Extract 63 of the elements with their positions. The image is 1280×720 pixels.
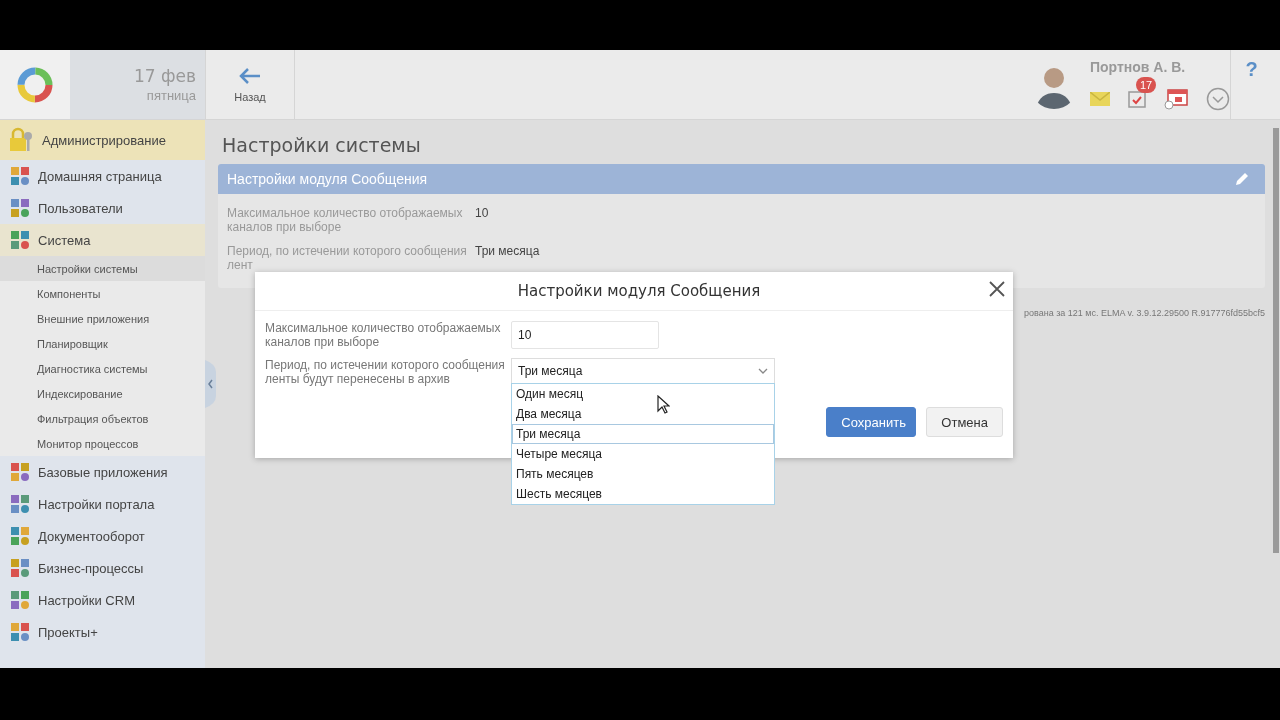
- section-icon: [10, 590, 30, 610]
- field-label: Максимальное количество отображаемых каналов при выборе: [265, 321, 502, 349]
- field-value: Три месяца: [475, 244, 540, 260]
- dropdown-option[interactable]: Один месяц: [512, 384, 774, 404]
- dropdown-option[interactable]: Четыре месяца: [512, 444, 774, 464]
- section-icon: [10, 462, 30, 482]
- date-text: 17 фев: [133, 66, 196, 86]
- module-header[interactable]: Администрирование: [0, 120, 205, 160]
- sidebar-subitem[interactable]: Внешние приложения: [0, 306, 205, 331]
- sidebar-item[interactable]: Документооборот: [0, 520, 205, 552]
- close-icon[interactable]: [989, 281, 1005, 297]
- sidebar-item[interactable]: Настройки CRM: [0, 584, 205, 616]
- field-label: Период, по истечении которого сообщения: [227, 244, 468, 258]
- pencil-icon[interactable]: [1235, 172, 1249, 186]
- section-icon: [10, 230, 30, 250]
- lock-icon: [8, 127, 34, 153]
- dropdown-field[interactable]: Три месяца: [511, 358, 775, 384]
- footer-text: рована за 121 мс. ELMA v. 3.9.12.29500 R.917776fd55bcf5: [1024, 308, 1265, 318]
- field-label: Период, по истечении которого сообщения ленты будут перенесены в архив: [265, 358, 506, 386]
- cancel-button[interactable]: Отмена: [926, 407, 1003, 437]
- field-value: 10: [475, 206, 489, 222]
- chevron-down-icon: [758, 368, 768, 374]
- input-field[interactable]: 10: [511, 321, 659, 349]
- section-icon: [10, 166, 30, 186]
- section-icon: [10, 622, 30, 642]
- page-title: Настройки системы: [221, 133, 422, 158]
- task-icon[interactable]: [1128, 89, 1146, 108]
- section-icon: [10, 558, 30, 578]
- back-button[interactable]: Назад: [205, 50, 295, 119]
- weekday-text: пятница: [146, 88, 196, 103]
- panel-title: Настройки модуля Сообщения: [227, 171, 428, 187]
- calendar-icon[interactable]: [1164, 87, 1188, 110]
- dialog-title: Настройки модуля Сообщения: [517, 282, 761, 300]
- field-label: лент: [227, 258, 253, 272]
- sidebar-subitem[interactable]: Планировщик: [0, 331, 205, 356]
- sidebar-item[interactable]: Бизнес-процессы: [0, 552, 205, 584]
- dropdown-option[interactable]: Шесть месяцев: [512, 484, 774, 504]
- sidebar-item[interactable]: Настройки портала: [0, 488, 205, 520]
- cursor-icon: [657, 395, 670, 414]
- sidebar-subitem[interactable]: Компоненты: [0, 281, 205, 306]
- dropdown-option[interactable]: Два месяца: [512, 404, 774, 424]
- dropdown-option[interactable]: Пять месяцев: [512, 464, 774, 484]
- section-icon: [10, 198, 30, 218]
- chevron-down-icon[interactable]: [1206, 86, 1230, 111]
- section-icon: [10, 494, 30, 514]
- save-button[interactable]: Сохранить: [826, 407, 917, 437]
- sidebar-item[interactable]: Проекты+: [0, 616, 205, 648]
- scrollbar[interactable]: [1273, 128, 1279, 553]
- sidebar-subitem[interactable]: Диагностика системы: [0, 356, 205, 381]
- sidebar-subitem[interactable]: Монитор процессов: [0, 431, 205, 456]
- sidebar-subitem[interactable]: Фильтрация объектов: [0, 406, 205, 431]
- left-arrow-icon: [238, 66, 262, 85]
- sidebar-item[interactable]: Система: [0, 224, 205, 256]
- sidebar-item[interactable]: Пользователи: [0, 192, 205, 224]
- sidebar-item[interactable]: Базовые приложения: [0, 456, 205, 488]
- section-icon: [10, 526, 30, 546]
- collapse-handle[interactable]: [205, 360, 216, 408]
- sidebar-item[interactable]: Домашняя страница: [0, 160, 205, 192]
- notification-badge: 17: [1136, 76, 1157, 93]
- field-label: Максимальное количество отображаемых каналов при выборе: [227, 206, 464, 234]
- sidebar-subitem[interactable]: Настройки системы: [0, 256, 205, 281]
- sidebar-subitem[interactable]: Индексирование: [0, 381, 205, 406]
- dropdown-option[interactable]: Три месяца: [512, 424, 774, 444]
